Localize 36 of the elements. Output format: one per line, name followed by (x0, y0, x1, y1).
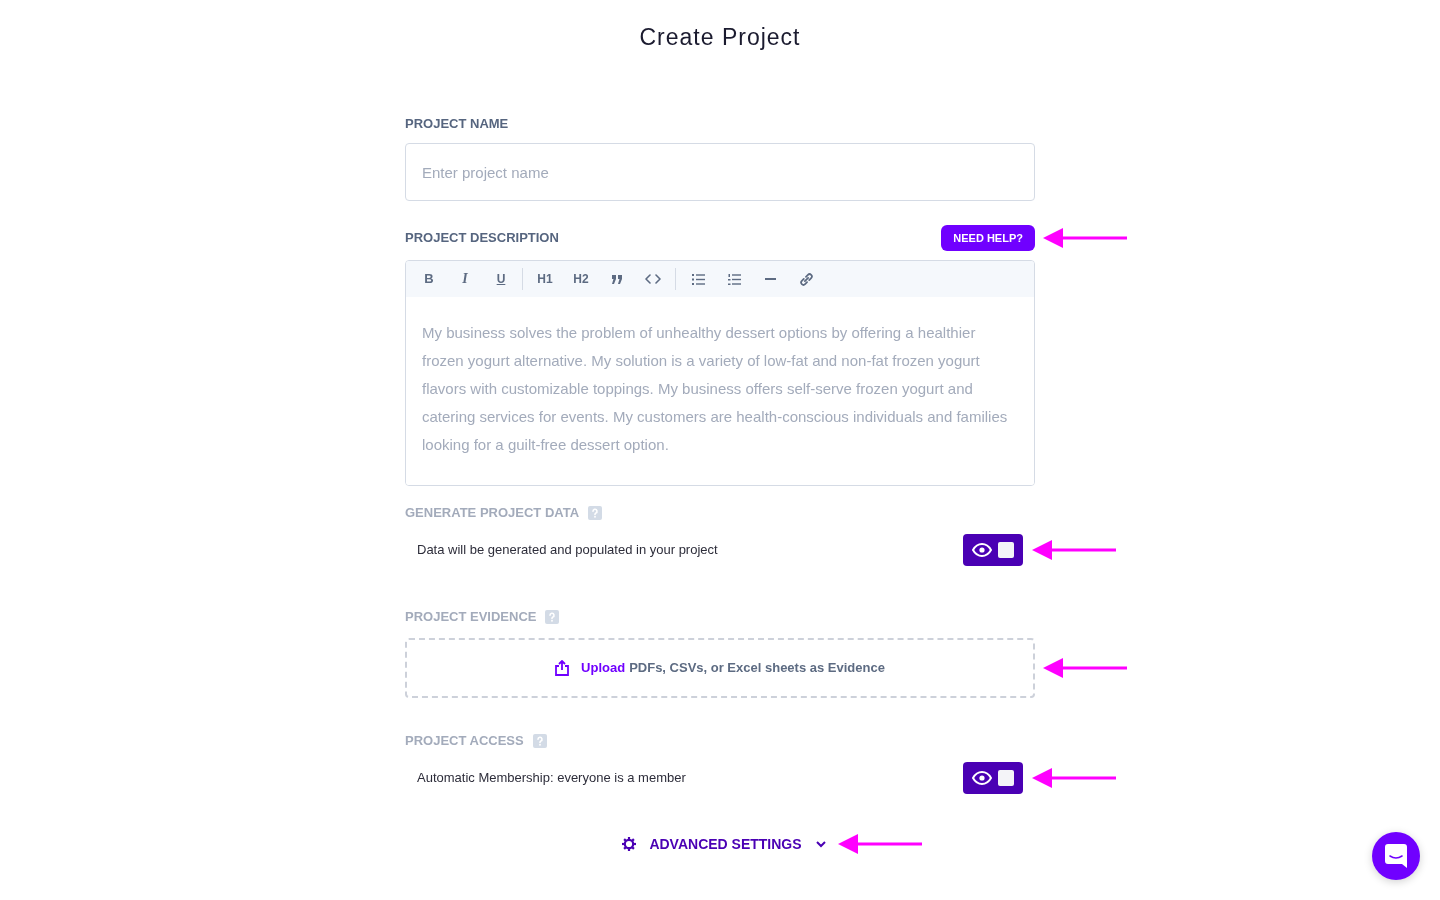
upload-dropzone[interactable]: Upload PDFs, CSVs, or Excel sheets as Evidence (405, 638, 1035, 698)
eye-icon (972, 543, 992, 557)
link-icon[interactable] (799, 272, 813, 286)
section-label: PROJECT DESCRIPTION (405, 230, 559, 246)
bullet-list-icon[interactable] (691, 273, 705, 285)
eye-icon (972, 771, 992, 785)
chat-button[interactable] (1372, 832, 1420, 880)
section-label: GENERATE PROJECT DATA (405, 505, 580, 521)
advanced-settings-label: ADVANCED SETTINGS (649, 835, 802, 854)
gear-icon (622, 837, 637, 851)
visibility-toggle[interactable] (963, 534, 1023, 566)
heading-button[interactable]: H1 (537, 272, 553, 286)
advanced-settings-button[interactable]: ADVANCED SETTINGS (622, 834, 826, 854)
upload-icon (555, 660, 570, 676)
visibility-toggle[interactable] (963, 762, 1023, 794)
setting-description: Automatic Membership: everyone is a member (417, 769, 686, 788)
italic-button[interactable]: I (462, 272, 468, 286)
quote-icon[interactable] (612, 274, 622, 284)
upload-hint: PDFs, CSVs, or Excel sheets as Evidence (629, 659, 885, 678)
heading-button[interactable]: H2 (573, 272, 589, 286)
bold-button[interactable]: B (424, 272, 434, 286)
section-label: PROJECT EVIDENCE (405, 609, 537, 625)
upload-link[interactable]: Upload (581, 658, 626, 678)
setting-description: Data will be generated and populated in your project (417, 541, 718, 560)
toggle-knob-icon (998, 542, 1014, 558)
section-label: PROJECT NAME (405, 116, 509, 132)
numbered-list-icon[interactable] (727, 273, 741, 285)
code-icon[interactable] (645, 274, 661, 284)
chat-bubble-icon (1385, 844, 1407, 868)
horizontal-rule-icon[interactable] (764, 278, 776, 280)
underline-button[interactable]: U (496, 272, 506, 286)
need-help-button[interactable]: NEED HELP? (941, 225, 1035, 251)
section-label: PROJECT ACCESS (405, 733, 524, 749)
toggle-knob-icon (998, 770, 1014, 786)
page-title: Create Project (639, 23, 801, 52)
project-name-field[interactable]: Enter project name (405, 143, 1035, 201)
